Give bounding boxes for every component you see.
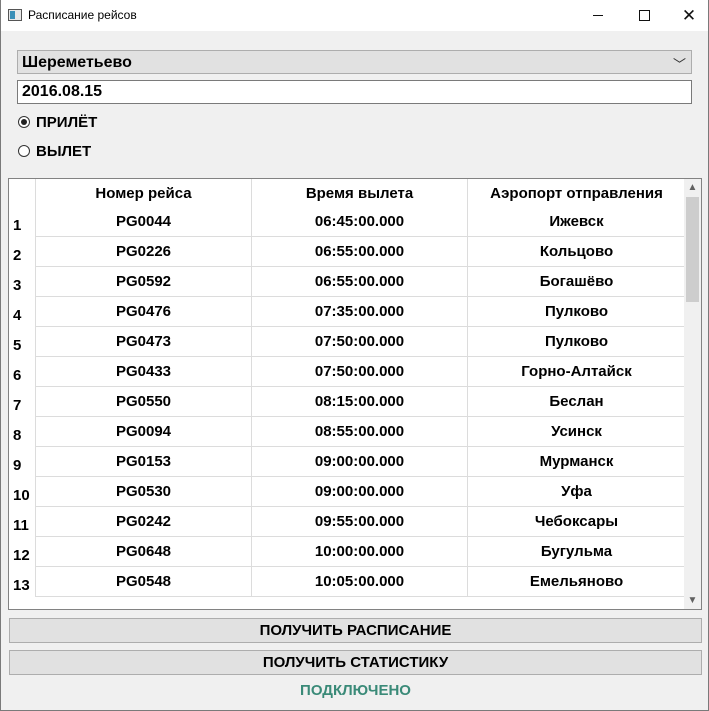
- row-number[interactable]: 7: [9, 387, 36, 417]
- cell-departure-time[interactable]: 10:05:00.000: [252, 567, 468, 597]
- row-number[interactable]: 1: [9, 207, 36, 237]
- table-row[interactable]: 2 PG0226 06:55:00.000 Кольцово: [9, 237, 685, 267]
- cell-departure-time[interactable]: 10:00:00.000: [252, 537, 468, 567]
- table-row[interactable]: 1 PG0044 06:45:00.000 Ижевск: [9, 207, 685, 237]
- get-statistics-button[interactable]: ПОЛУЧИТЬ СТАТИСТИКУ: [9, 650, 702, 675]
- radio-departure[interactable]: ВЫЛЕТ: [18, 140, 91, 162]
- cell-departure-airport[interactable]: Беслан: [468, 387, 685, 417]
- cell-flight-number[interactable]: PG0548: [36, 567, 252, 597]
- cell-flight-number[interactable]: PG0433: [36, 357, 252, 387]
- row-number[interactable]: 5: [9, 327, 36, 357]
- cell-departure-time[interactable]: 09:00:00.000: [252, 477, 468, 507]
- flights-table[interactable]: Номер рейса Время вылета Аэропорт отправ…: [8, 178, 702, 610]
- close-button[interactable]: ✕: [666, 0, 708, 31]
- table-row[interactable]: 13 PG0548 10:05:00.000 Емельяново: [9, 567, 685, 597]
- cell-departure-airport[interactable]: Горно-Алтайск: [468, 357, 685, 387]
- cell-departure-time[interactable]: 06:45:00.000: [252, 207, 468, 237]
- cell-departure-airport[interactable]: Кольцово: [468, 237, 685, 267]
- radio-departure-indicator[interactable]: [18, 145, 30, 157]
- cell-departure-airport[interactable]: Бугульма: [468, 537, 685, 567]
- cell-departure-time[interactable]: 07:50:00.000: [252, 327, 468, 357]
- table-row[interactable]: 10 PG0530 09:00:00.000 Уфа: [9, 477, 685, 507]
- row-number[interactable]: 3: [9, 267, 36, 297]
- close-icon: ✕: [681, 6, 697, 25]
- airport-select[interactable]: Шереметьево ﹀: [17, 50, 692, 74]
- vertical-scrollbar[interactable]: ▲ ▼: [684, 179, 701, 609]
- row-number[interactable]: 9: [9, 447, 36, 477]
- cell-flight-number[interactable]: PG0550: [36, 387, 252, 417]
- cell-departure-airport[interactable]: Пулково: [468, 327, 685, 357]
- scroll-down-arrow-icon[interactable]: ▼: [684, 592, 701, 609]
- radio-arrival-indicator[interactable]: [18, 116, 30, 128]
- row-number[interactable]: 12: [9, 537, 36, 567]
- maximize-icon: [638, 10, 650, 21]
- cell-flight-number[interactable]: PG0530: [36, 477, 252, 507]
- header-departure-time[interactable]: Время вылета: [252, 179, 468, 207]
- maximize-button[interactable]: [621, 0, 667, 31]
- chevron-down-icon: ﹀: [672, 57, 686, 72]
- cell-flight-number[interactable]: PG0044: [36, 207, 252, 237]
- title-bar: Расписание рейсов ✕: [1, 0, 708, 31]
- row-number[interactable]: 10: [9, 477, 36, 507]
- header-flight-number[interactable]: Номер рейса: [36, 179, 252, 207]
- row-number[interactable]: 4: [9, 297, 36, 327]
- connection-status: ПОДКЛЮЧЕНО: [300, 682, 411, 699]
- cell-departure-airport[interactable]: Ижевск: [468, 207, 685, 237]
- header-departure-airport[interactable]: Аэропорт отправления: [468, 179, 685, 207]
- app-window-icon: [8, 9, 22, 21]
- radio-arrival-label: ПРИЛЁТ: [36, 113, 98, 131]
- table-corner[interactable]: [9, 179, 36, 207]
- cell-flight-number[interactable]: PG0242: [36, 507, 252, 537]
- table-body: 1 PG0044 06:45:00.000 Ижевск 2 PG0226 06:55:00…: [9, 207, 685, 597]
- get-schedule-button[interactable]: ПОЛУЧИТЬ РАСПИСАНИЕ: [9, 618, 702, 643]
- cell-departure-airport[interactable]: Пулково: [468, 297, 685, 327]
- cell-departure-airport[interactable]: Чебоксары: [468, 507, 685, 537]
- date-input[interactable]: [17, 80, 692, 104]
- cell-departure-time[interactable]: 06:55:00.000: [252, 237, 468, 267]
- cell-flight-number[interactable]: PG0592: [36, 267, 252, 297]
- cell-departure-time[interactable]: 09:00:00.000: [252, 447, 468, 477]
- table-header: Номер рейса Время вылета Аэропорт отправ…: [9, 179, 685, 207]
- row-number[interactable]: 2: [9, 237, 36, 267]
- cell-flight-number[interactable]: PG0226: [36, 237, 252, 267]
- minimize-icon: [593, 15, 603, 16]
- cell-departure-airport[interactable]: Уфа: [468, 477, 685, 507]
- table-row[interactable]: 3 PG0592 06:55:00.000 Богашёво: [9, 267, 685, 297]
- table-row[interactable]: 4 PG0476 07:35:00.000 Пулково: [9, 297, 685, 327]
- minimize-button[interactable]: [575, 0, 621, 31]
- row-number[interactable]: 11: [9, 507, 36, 537]
- cell-flight-number[interactable]: PG0476: [36, 297, 252, 327]
- row-number[interactable]: 13: [9, 567, 36, 597]
- cell-departure-time[interactable]: 07:35:00.000: [252, 297, 468, 327]
- cell-departure-airport[interactable]: Емельяново: [468, 567, 685, 597]
- radio-arrival[interactable]: ПРИЛЁТ: [18, 111, 97, 133]
- cell-departure-time[interactable]: 06:55:00.000: [252, 267, 468, 297]
- cell-departure-time[interactable]: 08:55:00.000: [252, 417, 468, 447]
- app-window: Расписание рейсов ✕ Шереметьево ﹀ ПРИЛЁТ…: [0, 0, 709, 711]
- table-row[interactable]: 12 PG0648 10:00:00.000 Бугульма: [9, 537, 685, 567]
- cell-departure-time[interactable]: 08:15:00.000: [252, 387, 468, 417]
- table-row[interactable]: 9 PG0153 09:00:00.000 Мурманск: [9, 447, 685, 477]
- cell-departure-time[interactable]: 09:55:00.000: [252, 507, 468, 537]
- scroll-up-arrow-icon[interactable]: ▲: [684, 179, 701, 196]
- cell-departure-airport[interactable]: Усинск: [468, 417, 685, 447]
- scroll-thumb[interactable]: [686, 197, 699, 302]
- table-row[interactable]: 8 PG0094 08:55:00.000 Усинск: [9, 417, 685, 447]
- row-number[interactable]: 6: [9, 357, 36, 387]
- airport-select-value: Шереметьево: [22, 54, 132, 71]
- radio-departure-label: ВЫЛЕТ: [36, 142, 92, 160]
- cell-flight-number[interactable]: PG0094: [36, 417, 252, 447]
- cell-departure-time[interactable]: 07:50:00.000: [252, 357, 468, 387]
- row-number[interactable]: 8: [9, 417, 36, 447]
- window-title: Расписание рейсов: [28, 8, 137, 22]
- cell-flight-number[interactable]: PG0473: [36, 327, 252, 357]
- cell-flight-number[interactable]: PG0648: [36, 537, 252, 567]
- table-row[interactable]: 5 PG0473 07:50:00.000 Пулково: [9, 327, 685, 357]
- cell-departure-airport[interactable]: Мурманск: [468, 447, 685, 477]
- cell-departure-airport[interactable]: Богашёво: [468, 267, 685, 297]
- table-row[interactable]: 6 PG0433 07:50:00.000 Горно-Алтайск: [9, 357, 685, 387]
- table-row[interactable]: 7 PG0550 08:15:00.000 Беслан: [9, 387, 685, 417]
- cell-flight-number[interactable]: PG0153: [36, 447, 252, 477]
- table-row[interactable]: 11 PG0242 09:55:00.000 Чебоксары: [9, 507, 685, 537]
